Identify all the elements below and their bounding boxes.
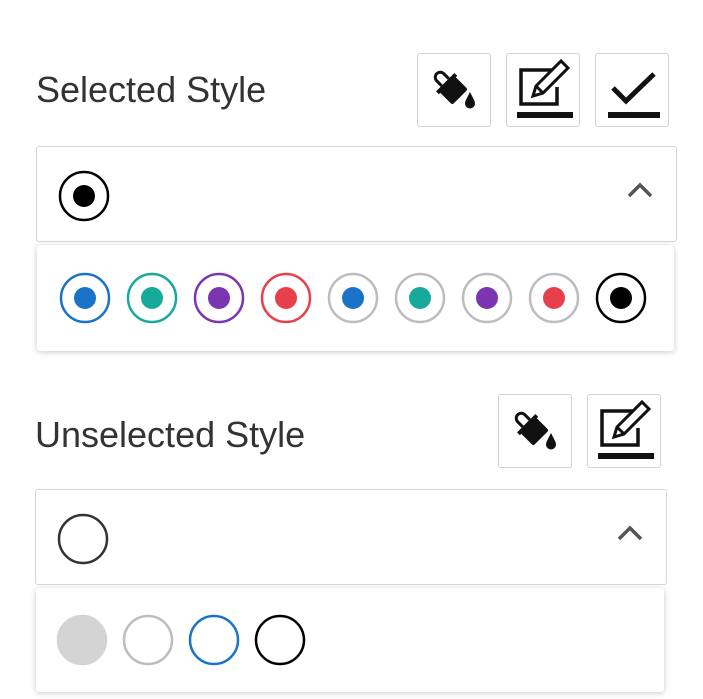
radio-swatch-icon	[56, 614, 108, 666]
edit-pencil-icon	[517, 58, 573, 118]
unselected-border-color-button[interactable]	[587, 394, 661, 468]
unselected-fill-color-button[interactable]	[498, 394, 572, 468]
unselected-style-title: Unselected Style	[35, 414, 306, 455]
chevron-up-icon[interactable]	[626, 181, 654, 199]
selected-border-color-button[interactable]	[506, 53, 580, 127]
radio-style-blue-ring[interactable]	[58, 271, 112, 325]
selected-fill-color-button[interactable]	[417, 53, 491, 127]
radio-style-teal-gray-ring[interactable]	[393, 271, 447, 325]
unselected-radio-preview	[56, 512, 110, 571]
radio-style-red-ring[interactable]	[259, 271, 313, 325]
selected-style-options-panel	[37, 245, 674, 351]
radio-style-black-empty-ring[interactable]	[253, 613, 307, 667]
selected-style-title: Selected Style	[36, 69, 267, 110]
radio-style-blue-empty-ring[interactable]	[187, 613, 241, 667]
radio-style-blue-gray-ring[interactable]	[326, 271, 380, 325]
radio-style-purple-gray-ring[interactable]	[460, 271, 514, 325]
radio-swatch-icon	[595, 272, 647, 324]
radio-style-purple-ring[interactable]	[192, 271, 246, 325]
paint-bucket-icon	[433, 70, 475, 109]
radio-style-light-gray-ring[interactable]	[121, 613, 175, 667]
radio-swatch-icon	[461, 272, 513, 324]
radio-swatch-icon	[126, 272, 178, 324]
radio-swatch-icon	[193, 272, 245, 324]
radio-swatch-icon	[188, 614, 240, 666]
radio-style-black-ring[interactable]	[594, 271, 648, 325]
paint-bucket-icon	[514, 411, 556, 450]
selected-radio-preview	[57, 169, 111, 228]
radio-swatch-icon	[254, 614, 306, 666]
radio-style-red-gray-ring[interactable]	[527, 271, 581, 325]
edit-pencil-icon	[598, 399, 654, 459]
selected-check-color-button[interactable]	[595, 53, 669, 127]
radio-swatch-icon	[260, 272, 312, 324]
radio-selected-icon	[58, 170, 110, 222]
radio-swatch-icon	[528, 272, 580, 324]
unselected-style-dropdown[interactable]	[35, 489, 667, 585]
radio-style-teal-ring[interactable]	[125, 271, 179, 325]
radio-swatch-icon	[122, 614, 174, 666]
unselected-style-options-panel	[36, 588, 664, 692]
radio-swatch-icon	[327, 272, 379, 324]
checkmark-icon	[608, 72, 660, 118]
radio-style-gray-filled[interactable]	[55, 613, 109, 667]
chevron-up-icon[interactable]	[616, 524, 644, 542]
selected-style-dropdown[interactable]	[36, 146, 677, 242]
radio-swatch-icon	[59, 272, 111, 324]
radio-unselected-icon	[57, 513, 109, 565]
radio-swatch-icon	[394, 272, 446, 324]
